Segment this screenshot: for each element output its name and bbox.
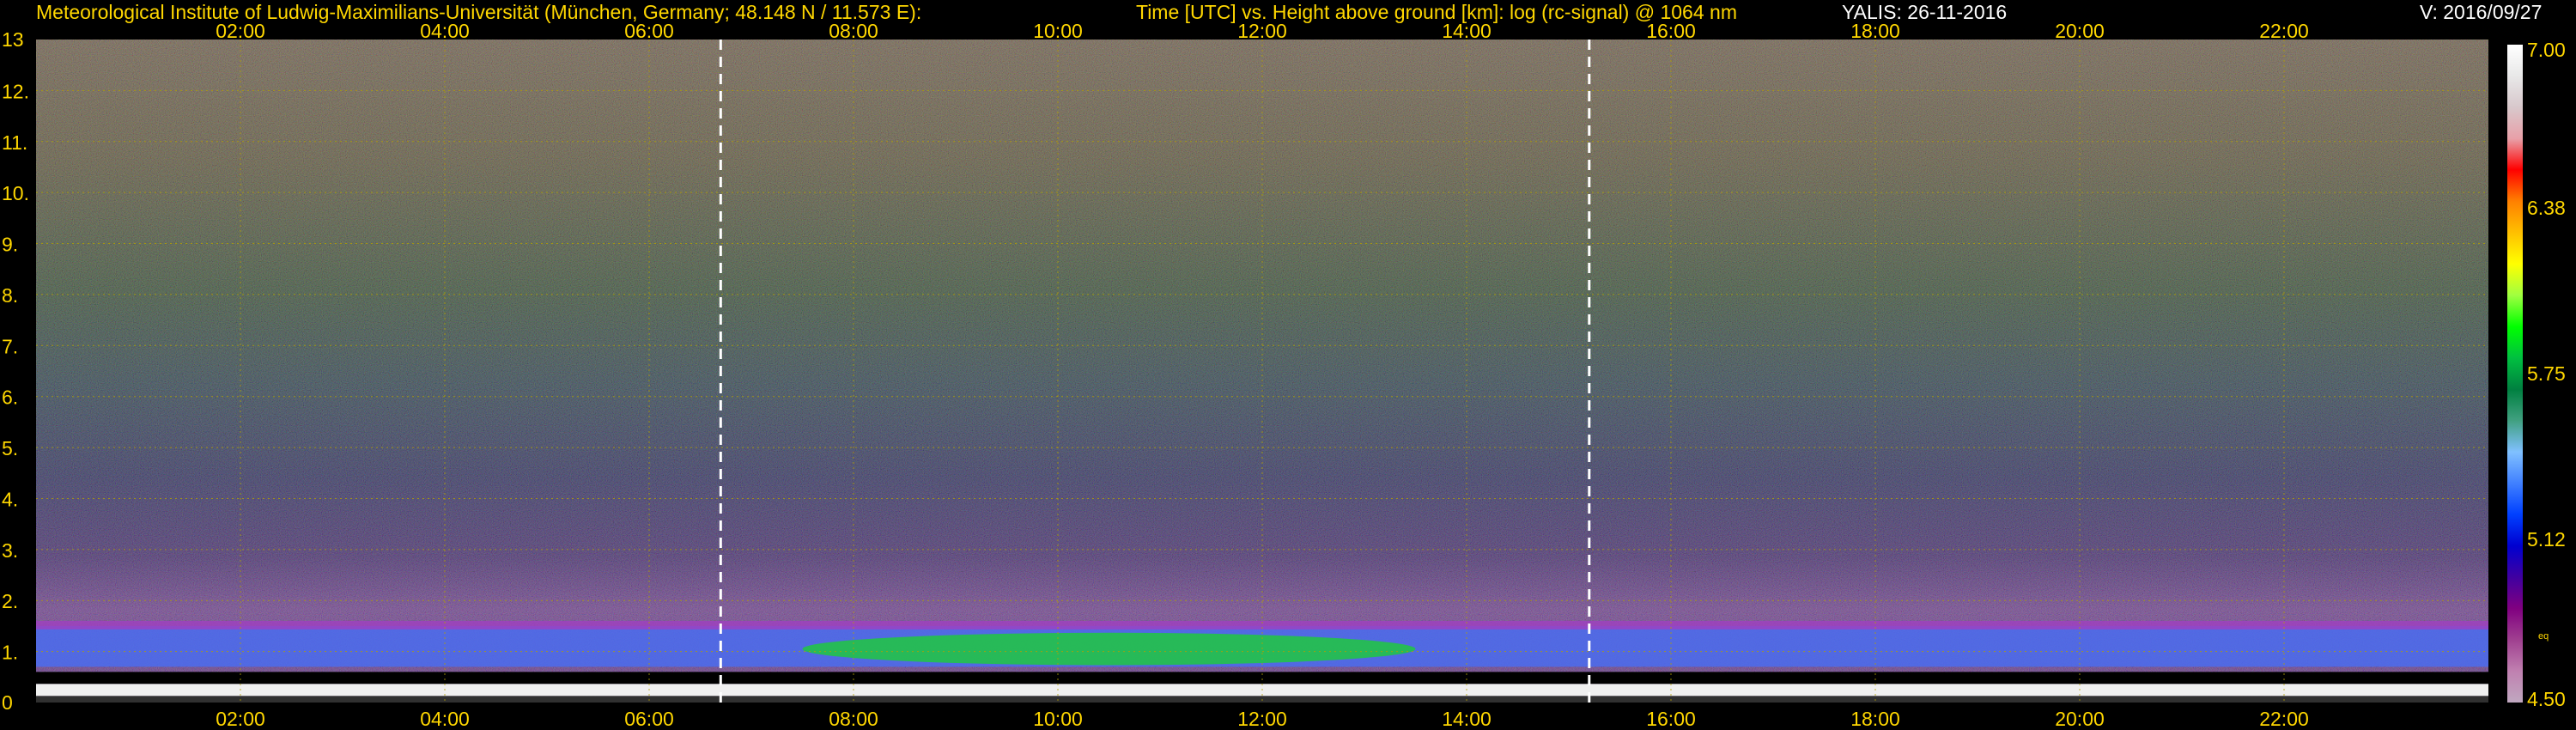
- x-tick-label-bottom: 18:00: [1850, 708, 1900, 730]
- enhanced-signal-layer: [802, 632, 1416, 666]
- x-tick-label-bottom: 22:00: [2259, 708, 2309, 730]
- x-tick-label-bottom: 10:00: [1033, 708, 1083, 730]
- y-axis-ticks: 0 1. 2. 3. 4. 5. 6. 7. 8. 9. 10. 11. 12. 13: [2, 28, 29, 714]
- colorbar-tick-label: 5.12: [2527, 528, 2566, 551]
- x-axis-bottom-ticks: 02:00 04:00 06:00 08:00 10:00 12:00 14:00 16:00…: [216, 708, 2309, 730]
- y-tick-label: 13: [2, 28, 24, 51]
- y-tick-label: 4.: [2, 488, 18, 510]
- y-tick-label: 5.: [2, 437, 18, 459]
- x-axis-top-ticks: 02:00 04:00 06:00 08:00 10:00 12:00 14:00 16:00…: [216, 20, 2309, 42]
- colorbar-gradient: [2507, 45, 2523, 703]
- y-tick-label: 0: [2, 691, 13, 714]
- y-tick-label: 6.: [2, 386, 18, 409]
- x-tick-label-top: 14:00: [1442, 20, 1492, 42]
- lidar-quicklook-chart: 02:00 04:00 06:00 08:00 10:00 12:00 14:00 16:00…: [2, 20, 2566, 730]
- y-tick-label: 2.: [2, 590, 18, 612]
- y-tick-label: 11.: [2, 131, 27, 154]
- x-tick-label-bottom: 02:00: [216, 708, 265, 730]
- colorbar-tick-label: 7.00: [2527, 39, 2566, 61]
- x-tick-label-top: 18:00: [1850, 20, 1900, 42]
- x-tick-label-bottom: 14:00: [1442, 708, 1492, 730]
- x-tick-label-bottom: 12:00: [1237, 708, 1287, 730]
- x-tick-label-bottom: 06:00: [624, 708, 674, 730]
- y-tick-label: 7.: [2, 335, 18, 357]
- y-tick-label: 1.: [2, 642, 18, 664]
- x-tick-label-top: 06:00: [624, 20, 674, 42]
- y-tick-label: 8.: [2, 284, 18, 307]
- y-tick-label: 12.: [2, 80, 29, 102]
- x-tick-label-bottom: 08:00: [829, 708, 878, 730]
- colorbar-tick-label: 6.38: [2527, 197, 2566, 219]
- x-tick-label-top: 10:00: [1033, 20, 1083, 42]
- x-tick-label-top: 04:00: [420, 20, 470, 42]
- x-tick-label-bottom: 20:00: [2055, 708, 2105, 730]
- x-tick-label-top: 20:00: [2055, 20, 2105, 42]
- x-tick-label-top: 16:00: [1646, 20, 1696, 42]
- x-tick-label-top: 02:00: [216, 20, 265, 42]
- x-tick-label-top: 22:00: [2259, 20, 2309, 42]
- x-tick-label-top: 08:00: [829, 20, 878, 42]
- colorbar-tick-label: 4.50: [2527, 688, 2566, 710]
- x-tick-label-bottom: 16:00: [1646, 708, 1696, 730]
- y-tick-label: 3.: [2, 539, 18, 562]
- colorbar-tick-label: 5.75: [2527, 362, 2566, 385]
- y-tick-label: 10.: [2, 182, 29, 204]
- colorbar-eq-label: eq: [2538, 631, 2549, 642]
- x-tick-label-top: 12:00: [1237, 20, 1287, 42]
- x-tick-label-bottom: 04:00: [420, 708, 470, 730]
- colorbar: 7.00 6.38 5.75 5.12 4.50 eq: [2507, 39, 2566, 710]
- y-tick-label: 9.: [2, 234, 18, 256]
